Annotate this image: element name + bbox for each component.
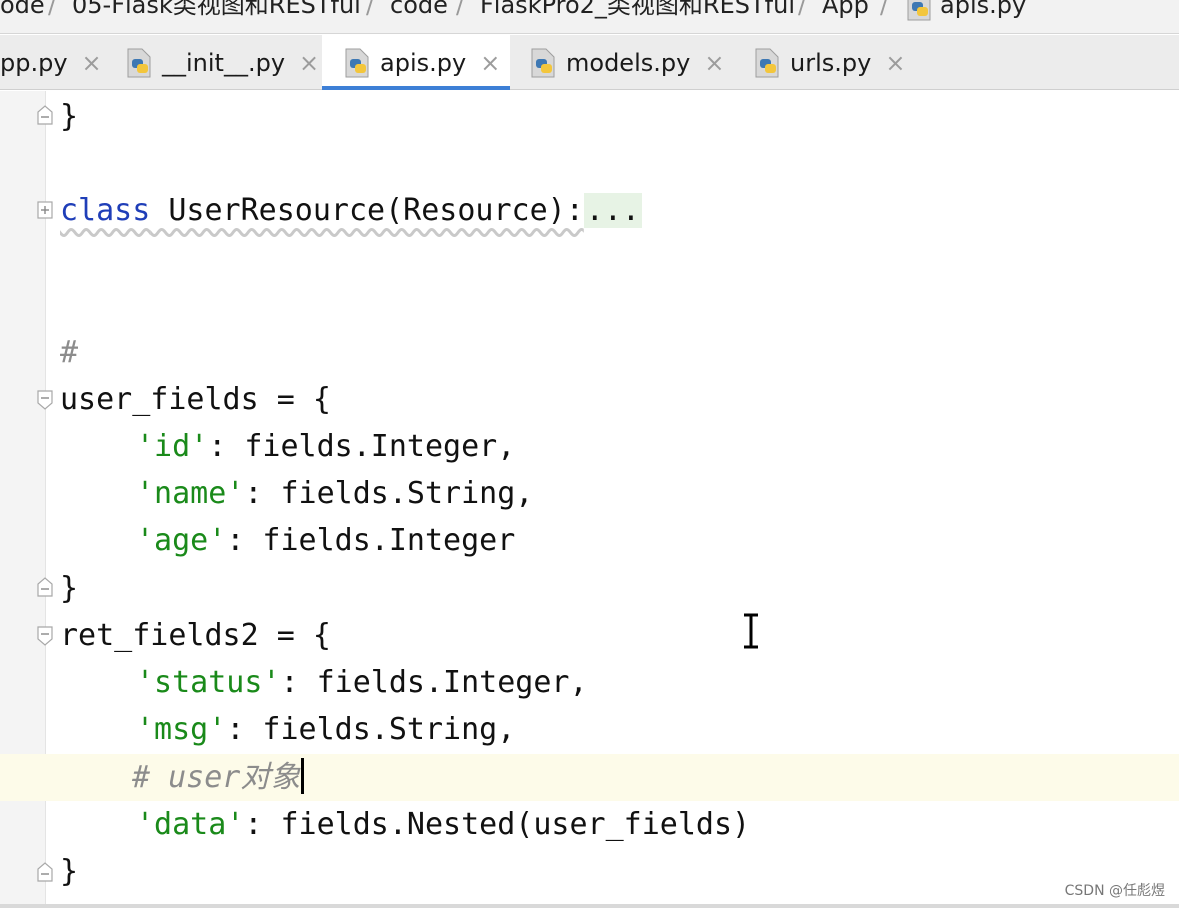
code-editor[interactable]: } class UserResource(Resource):... # use… (0, 91, 1179, 908)
breadcrumb-separator: / (366, 0, 375, 19)
string-literal: 'age' (136, 523, 227, 558)
keyword-class: class (60, 193, 151, 228)
python-file-icon (345, 48, 369, 77)
code-line[interactable]: ret_fields2 = { (60, 612, 331, 659)
fold-marker-icon[interactable] (36, 625, 54, 647)
breadcrumb-separator: / (880, 0, 889, 19)
string-literal: 'data' (136, 807, 245, 842)
code-line[interactable]: # (60, 329, 78, 376)
code-line-current[interactable]: # user对象 (132, 754, 305, 801)
python-file-icon (755, 48, 779, 77)
code-text: : fields.String, (226, 712, 516, 747)
code-line[interactable]: 'age': fields.Integer (136, 517, 515, 564)
code-text: : fields.String, (244, 476, 534, 511)
code-line[interactable]: 'id': fields.Integer, (136, 423, 515, 470)
tab-label: pp.py (0, 48, 68, 77)
breadcrumb-item-file[interactable]: apis.py (940, 0, 1026, 22)
code-line[interactable]: } (60, 565, 78, 612)
fold-marker-icon[interactable] (36, 861, 54, 883)
python-file-icon (127, 48, 151, 77)
tab-label: models.py (566, 48, 691, 77)
class-declaration: class UserResource(Resource): (60, 193, 584, 228)
breadcrumb-separator: / (456, 0, 465, 19)
code-line[interactable]: 'status': fields.Integer, (136, 659, 588, 706)
tab-label: urls.py (790, 48, 872, 77)
breadcrumb-separator: / (48, 0, 57, 19)
code-line[interactable]: } (60, 848, 78, 895)
code-text: : fields.Integer, (280, 665, 588, 700)
code-text: ret_fields2 = { (60, 618, 331, 653)
string-literal: 'name' (136, 476, 245, 511)
code-text: } (60, 854, 79, 889)
code-text: } (60, 99, 79, 134)
code-text: } (60, 571, 79, 606)
code-line[interactable]: user_fields = { (60, 376, 331, 423)
code-text: : fields.Nested(user_fields) (244, 807, 751, 842)
fold-marker-icon[interactable] (36, 576, 54, 598)
python-file-icon (531, 48, 555, 77)
code-comment: # user对象 (132, 760, 301, 795)
code-line[interactable]: 'name': fields.String, (136, 470, 533, 517)
python-file-icon (907, 0, 931, 21)
breadcrumb-item-project[interactable]: ode (0, 0, 45, 22)
breadcrumb-item-flaskpro2[interactable]: FlaskPro2_类视图和RESTful (480, 0, 795, 22)
class-signature: UserResource(Resource): (150, 193, 584, 228)
code-line[interactable]: } (60, 93, 78, 140)
close-icon[interactable]: × (82, 49, 102, 77)
breadcrumb-item-code[interactable]: code (390, 0, 448, 22)
fold-marker-icon[interactable] (36, 104, 54, 126)
string-literal: 'id' (136, 429, 209, 464)
close-icon[interactable]: × (299, 49, 319, 77)
code-text: : fields.Integer (226, 523, 516, 558)
text-cursor-icon (744, 613, 758, 649)
expand-marker-icon[interactable] (36, 199, 54, 221)
folded-region[interactable]: ... (583, 193, 642, 228)
close-icon[interactable]: × (704, 49, 724, 77)
tab-label: __init__.py (162, 48, 286, 77)
string-literal: 'msg' (136, 712, 227, 747)
code-line[interactable]: 'msg': fields.String, (136, 706, 515, 753)
editor-tab-bar: pp.py × __init__.py × apis.py × models.p… (0, 35, 1179, 90)
string-literal: 'status' (136, 665, 281, 700)
code-comment: # (60, 335, 79, 370)
breadcrumb-item-app[interactable]: App (822, 0, 869, 22)
tab-app-py[interactable]: pp.py × (0, 35, 108, 90)
tab-label: apis.py (380, 48, 467, 77)
tab-models-py[interactable]: models.py × (510, 35, 732, 90)
code-line[interactable]: class UserResource(Resource):... (60, 187, 642, 234)
watermark: CSDN @任彪煜 (1064, 883, 1165, 899)
tab-init-py[interactable]: __init__.py × (108, 35, 322, 90)
text-caret (301, 757, 305, 794)
code-text: user_fields = { (60, 382, 331, 417)
close-icon[interactable]: × (885, 49, 905, 77)
breadcrumb: ode / 05-Flask类视图和RESTful / code / Flask… (0, 0, 1179, 34)
breadcrumb-item-chapter[interactable]: 05-Flask类视图和RESTful (72, 0, 361, 22)
code-line[interactable]: 'data': fields.Nested(user_fields) (136, 801, 750, 848)
breadcrumb-separator: / (798, 0, 807, 19)
close-icon[interactable]: × (480, 49, 500, 77)
bottom-border (0, 904, 1179, 908)
tab-apis-py[interactable]: apis.py × (322, 35, 510, 90)
tab-urls-py[interactable]: urls.py × (732, 35, 912, 90)
code-text: : fields.Integer, (208, 429, 516, 464)
fold-marker-icon[interactable] (36, 389, 54, 411)
